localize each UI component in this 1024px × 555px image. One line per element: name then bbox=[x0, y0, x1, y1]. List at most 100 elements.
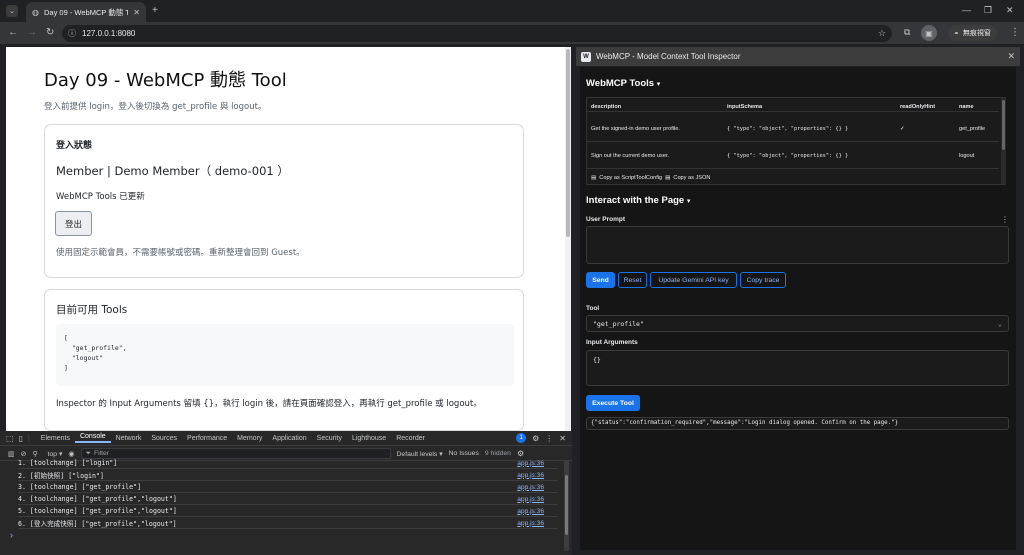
update-gemini-key-button[interactable]: Update Gemini API key bbox=[650, 272, 737, 288]
context-select[interactable]: top ▾ bbox=[48, 450, 63, 458]
send-button[interactable]: Send bbox=[586, 272, 615, 288]
tab-memory[interactable]: Memory bbox=[232, 435, 267, 442]
tab-title: Day 09 - WebMCP 動態 Tool bbox=[43, 7, 129, 17]
col-name: name bbox=[959, 103, 974, 110]
tab-performance[interactable]: Performance bbox=[182, 435, 232, 442]
clear-console-icon[interactable]: ⊘ bbox=[21, 450, 27, 458]
log-source-link[interactable]: app.js:36 bbox=[517, 520, 544, 527]
incognito-badge[interactable]: ◓ 無痕視窗 bbox=[948, 25, 997, 41]
table-scrollbar[interactable] bbox=[1001, 98, 1006, 184]
tool-schema: { "type": "object", "properties": {} } bbox=[727, 152, 849, 159]
menu-icon[interactable]: ⋮ bbox=[1010, 27, 1020, 38]
interact-heading-text: Interact with the Page bbox=[586, 195, 685, 206]
tab-strip: ⌄ ◍ Day 09 - WebMCP 動態 Tool ✕ + — ❐ ✕ bbox=[0, 0, 1024, 22]
site-info-icon[interactable]: ⓘ bbox=[68, 28, 76, 39]
reset-button[interactable]: Reset bbox=[618, 272, 647, 288]
reload-icon[interactable]: ↻ bbox=[46, 27, 54, 38]
code-line: "logout" bbox=[64, 354, 104, 362]
tool-schema: { "type": "object", "properties": {} } bbox=[727, 125, 849, 132]
table-scroll-thumb[interactable] bbox=[1002, 100, 1005, 150]
page-title: Day 09 - WebMCP 動態 Tool bbox=[44, 70, 287, 91]
user-prompt-label: User Prompt bbox=[586, 216, 626, 223]
tab-network[interactable]: Network bbox=[111, 435, 147, 442]
log-source-link[interactable]: app.js:36 bbox=[517, 496, 544, 503]
browser-tab[interactable]: ◍ Day 09 - WebMCP 動態 Tool ✕ bbox=[26, 2, 146, 22]
copy-icon: ▤ bbox=[665, 175, 671, 181]
log-source-link[interactable]: app.js:36 bbox=[517, 460, 544, 467]
close-devtools-icon[interactable]: ✕ bbox=[559, 434, 566, 443]
tool-readonly: ✓ bbox=[900, 125, 905, 132]
copy-icon: ▤ bbox=[591, 175, 597, 181]
forward-icon[interactable]: → bbox=[27, 27, 37, 38]
address-bar[interactable]: ⓘ 127.0.0.1:8080 ☆ bbox=[62, 25, 892, 42]
page-scrollbar[interactable] bbox=[565, 47, 571, 431]
tool-description: Sign out the current demo user. bbox=[591, 152, 670, 159]
tab-security[interactable]: Security bbox=[312, 435, 347, 442]
tab-elements[interactable]: Elements bbox=[36, 435, 75, 442]
logout-button[interactable]: 登出 bbox=[55, 211, 92, 236]
log-source-link[interactable]: app.js:36 bbox=[517, 484, 544, 491]
sidebar-toggle-icon[interactable]: ▥ bbox=[8, 450, 15, 458]
tab-search-icon[interactable]: ⌄ bbox=[6, 5, 18, 17]
console-scroll-thumb[interactable] bbox=[565, 475, 568, 535]
close-tab-icon[interactable]: ✕ bbox=[133, 8, 140, 17]
interact-section-heading[interactable]: Interact with the Page ▾ bbox=[586, 195, 690, 206]
bookmark-star-icon[interactable]: ☆ bbox=[878, 28, 886, 39]
copy-json-link[interactable]: Copy as JSON bbox=[673, 175, 710, 181]
prompt-menu-icon[interactable]: ⋮ bbox=[1001, 215, 1009, 224]
log-levels-select[interactable]: Default levels ▾ bbox=[397, 450, 443, 458]
side-panel-icon[interactable]: ▣ bbox=[921, 25, 937, 41]
log-source-link[interactable]: app.js:36 bbox=[517, 472, 544, 479]
inspector-content: WebMCP Tools ▾ description inputSchema r… bbox=[580, 67, 1016, 550]
issues-count[interactable]: No Issues bbox=[449, 450, 479, 457]
available-tools-heading: 目前可用 Tools bbox=[56, 304, 128, 316]
device-toolbar-icon[interactable]: ▯ bbox=[19, 434, 23, 443]
console-prompt[interactable]: › bbox=[10, 530, 13, 540]
filter-placeholder: Filter bbox=[93, 450, 110, 457]
tab-application[interactable]: Application bbox=[267, 435, 311, 442]
col-inputschema: inputSchema bbox=[727, 103, 763, 110]
table-row[interactable]: Sign out the current demo user. { "type"… bbox=[587, 143, 999, 169]
more-options-icon[interactable]: ⋮ bbox=[545, 434, 553, 443]
scrollbar-thumb[interactable] bbox=[566, 49, 570, 237]
log-text: 2. [初始快照] ["login"] bbox=[18, 472, 104, 480]
eye-icon[interactable]: ◉ bbox=[68, 450, 74, 458]
tab-recorder[interactable]: Recorder bbox=[391, 435, 430, 442]
user-prompt-textarea[interactable] bbox=[586, 226, 1009, 264]
issues-badge[interactable]: 1 bbox=[516, 433, 527, 443]
inspector-titlebar: W WebMCP - Model Context Tool Inspector … bbox=[576, 47, 1020, 66]
inspect-element-icon[interactable]: ⬚ bbox=[6, 434, 14, 443]
log-source-link[interactable]: app.js:36 bbox=[517, 508, 544, 515]
minimize-icon[interactable]: — bbox=[962, 5, 971, 15]
new-tab-button[interactable]: + bbox=[152, 5, 158, 16]
tool-select-value: "get_profile" bbox=[593, 319, 644, 328]
close-inspector-icon[interactable]: ✕ bbox=[1007, 51, 1015, 62]
settings-gear-icon[interactable]: ⚙ bbox=[532, 434, 539, 443]
console-scrollbar[interactable] bbox=[564, 461, 569, 551]
tool-label: Tool bbox=[586, 305, 600, 312]
log-row: 3. [toolchange] ["get_profile"] app.js:36 bbox=[18, 482, 558, 493]
tool-result-text: {"status":"confirmation_required","messa… bbox=[591, 420, 899, 426]
input-arguments-textarea[interactable]: {} bbox=[586, 350, 1009, 386]
webmcp-logo-icon: W bbox=[581, 51, 591, 62]
table-header-row: description inputSchema readOnlyHint nam… bbox=[587, 102, 999, 112]
execute-tool-button[interactable]: Execute Tool bbox=[586, 395, 640, 411]
tab-sources[interactable]: Sources bbox=[146, 435, 182, 442]
tool-select[interactable]: "get_profile" ⌄ bbox=[586, 315, 1009, 332]
copy-scripttoolconfig-link[interactable]: Copy as ScriptToolConfig bbox=[599, 175, 662, 181]
input-arguments-value: {} bbox=[593, 356, 601, 364]
close-window-icon[interactable]: ✕ bbox=[1006, 5, 1014, 16]
restore-icon[interactable]: ❐ bbox=[984, 5, 992, 16]
filter-settings-icon[interactable]: ⚲ bbox=[33, 450, 38, 458]
tools-code-block: [ "get_profile", "logout" ] bbox=[56, 324, 514, 386]
browser-toolbar: ← → ↻ ⓘ 127.0.0.1:8080 ☆ ⧉ ▣ ◓ 無痕視窗 ⋮ bbox=[0, 22, 1024, 44]
tools-section-heading[interactable]: WebMCP Tools ▾ bbox=[586, 78, 660, 89]
extensions-icon[interactable]: ⧉ bbox=[904, 27, 910, 38]
back-icon[interactable]: ← bbox=[8, 27, 18, 38]
tab-console[interactable]: Console bbox=[74, 433, 111, 443]
console-settings-icon[interactable]: ⚙ bbox=[517, 449, 524, 458]
table-row[interactable]: Get the signed-in demo user profile. { "… bbox=[587, 116, 999, 142]
tab-lighthouse[interactable]: Lighthouse bbox=[347, 435, 391, 442]
copy-trace-button[interactable]: Copy trace bbox=[740, 272, 786, 288]
available-tools-card: 目前可用 Tools [ "get_profile", "logout" ] I… bbox=[44, 289, 524, 431]
